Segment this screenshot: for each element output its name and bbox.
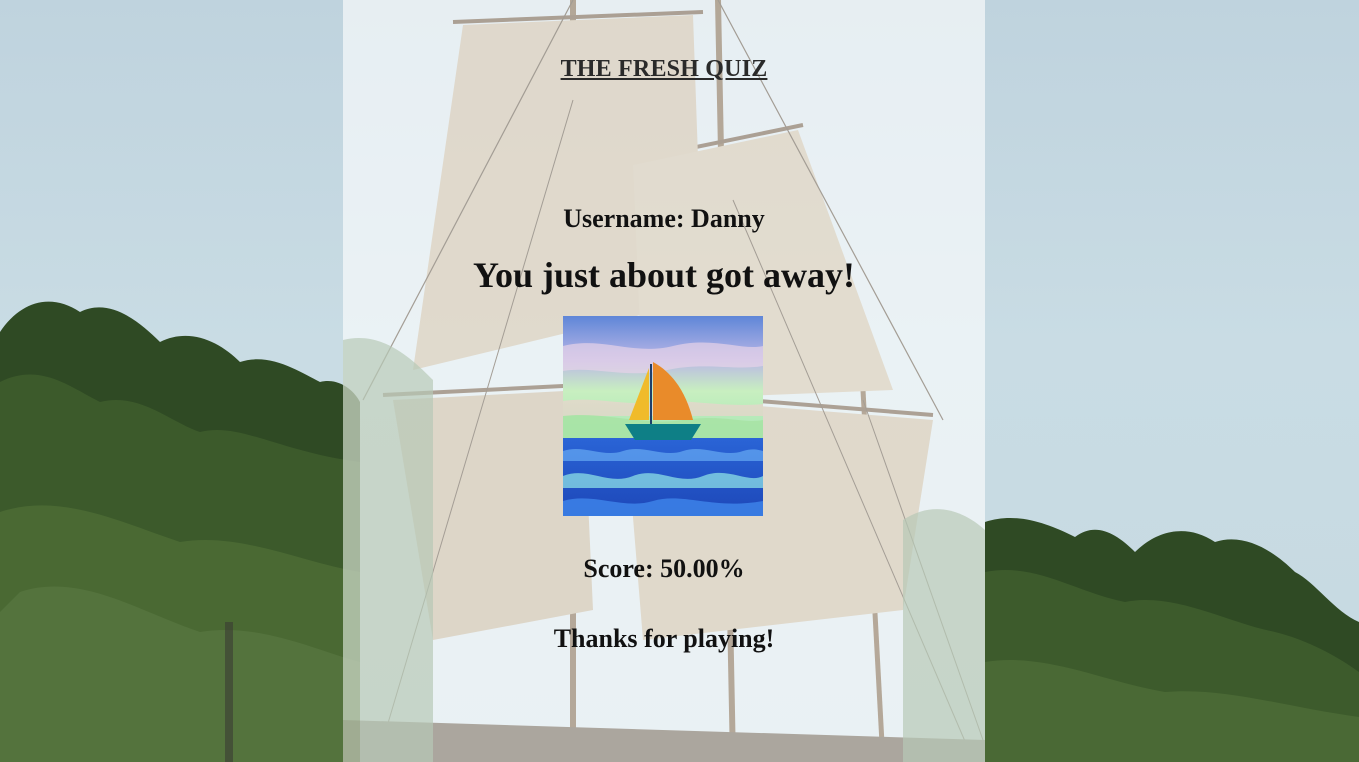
trees-left-decoration <box>0 301 360 762</box>
quiz-title: THE FRESH QUIZ <box>560 56 768 82</box>
trees-right-decoration <box>985 517 1359 762</box>
username-label: Username: <box>563 204 685 233</box>
score-label: Score: <box>583 554 654 583</box>
username-value: Danny <box>691 204 765 233</box>
username-line: Username: Danny <box>343 204 985 234</box>
score-value: 50.00% <box>660 554 745 583</box>
score-line: Score: 50.00% <box>343 554 985 584</box>
quiz-panel: THE FRESH QUIZ Username: Danny You just a… <box>343 0 985 762</box>
thanks-message: Thanks for playing! <box>553 624 775 653</box>
sailboat-image <box>563 316 763 516</box>
result-headline: You just about got away! <box>472 255 856 295</box>
result-content: THE FRESH QUIZ Username: Danny You just a… <box>343 0 985 762</box>
